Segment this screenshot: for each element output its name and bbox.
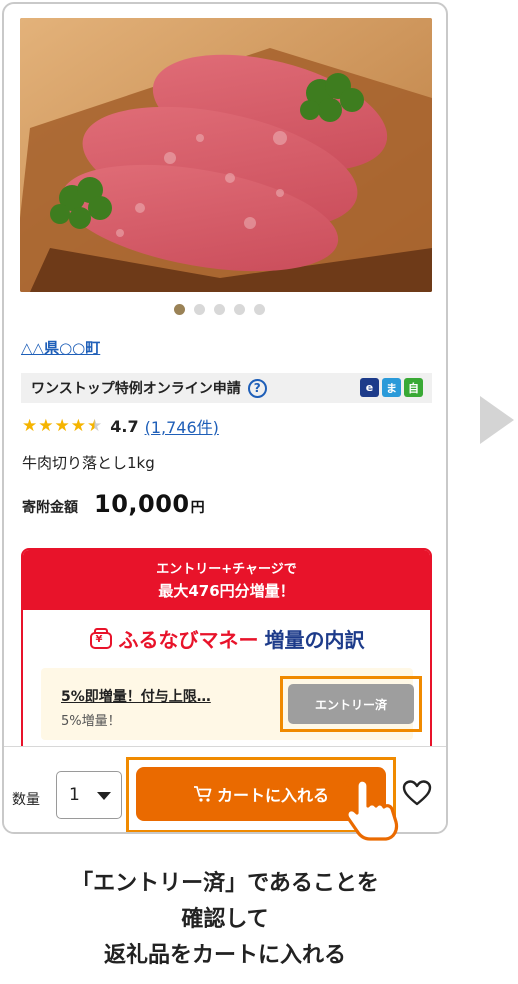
star-icon: ★ <box>22 415 38 436</box>
beef-steak-photo <box>20 18 432 292</box>
rating-stars: ★ ★ ★ ★ ★ <box>22 415 103 436</box>
product-name: 牛肉切り落とし1kg <box>22 454 155 472</box>
carousel-dot[interactable] <box>214 304 225 315</box>
entry-campaign-link[interactable]: 5%即増量！付与上限… <box>61 686 211 706</box>
caption-line2: 確認して <box>181 907 269 932</box>
ji-badge: 自 <box>404 378 423 397</box>
help-icon[interactable]: ? <box>247 378 267 398</box>
carousel-dot[interactable] <box>234 304 245 315</box>
wallet-icon: ¥ <box>89 627 113 651</box>
carousel-dot[interactable] <box>254 304 265 315</box>
rating-score: 4.7 <box>110 416 139 436</box>
ma-badge: ま <box>382 378 401 397</box>
entry-campaign-sub: 5%増量！ <box>61 714 121 729</box>
onestop-label: ワンストップ特例オンライン申請 <box>31 381 241 397</box>
product-card: △△県○○町 ワンストップ特例オンライン申請 ? e ま 自 ★ ★ ★ ★ ★… <box>2 2 448 834</box>
e-badge: e <box>360 378 379 397</box>
quantity-label: 数量 <box>12 792 40 808</box>
star-icon: ★ <box>38 415 54 436</box>
quantity-value: 1 <box>69 785 80 805</box>
instruction-caption: 「エントリー済」であることを 確認して 返礼品をカートに入れる <box>0 866 450 974</box>
donation-unit: 円 <box>190 500 205 516</box>
caption-line3: 返礼品をカートに入れる <box>103 943 346 968</box>
quantity-select[interactable]: 1 <box>56 771 122 819</box>
star-icon: ★ <box>54 415 70 436</box>
image-carousel-dots <box>174 304 265 315</box>
onestop-application-bar: ワンストップ特例オンライン申請 ? e ま 自 <box>21 373 432 403</box>
promo-header: エントリー+チャージで 最大476円分増量！ <box>23 550 430 610</box>
promo-title-text: 増量の内訳 <box>264 628 365 652</box>
promo-title: ¥ ふるなびマネー 増量の内訳 <box>23 624 430 653</box>
promo-brand: ふるなびマネー <box>118 628 259 652</box>
star-icon: ★ <box>70 415 86 436</box>
add-to-cart-label: カートに入れる <box>216 786 329 805</box>
next-arrow-icon[interactable] <box>480 396 514 444</box>
tap-hand-icon <box>340 776 399 841</box>
donation-label: 寄附金額 <box>22 500 78 516</box>
donation-amount: 10,000 <box>94 490 190 518</box>
chevron-down-icon <box>97 792 111 800</box>
rating-row: ★ ★ ★ ★ ★ 4.7 (1,746件) <box>22 414 219 438</box>
half-star-icon: ★ <box>87 415 103 436</box>
application-badges: e ま 自 <box>360 378 423 397</box>
carousel-dot[interactable] <box>174 304 185 315</box>
promo-line2: 最大476円分増量！ <box>158 582 295 600</box>
promo-line1: エントリー+チャージで <box>156 562 297 577</box>
entry-campaign-row: 5%即増量！付与上限… 5%増量！ エントリー済 <box>41 668 422 740</box>
cart-icon <box>193 786 212 802</box>
municipality-link[interactable]: △△県○○町 <box>21 337 100 358</box>
carousel-dot[interactable] <box>194 304 205 315</box>
donation-amount-row: 寄附金額 10,000 円 <box>22 490 205 518</box>
review-count-link[interactable]: (1,746件) <box>145 414 219 438</box>
caption-line1: 「エントリー済」であることを <box>71 871 379 896</box>
product-image[interactable] <box>20 18 432 292</box>
entry-done-button[interactable]: エントリー済 <box>288 684 414 724</box>
